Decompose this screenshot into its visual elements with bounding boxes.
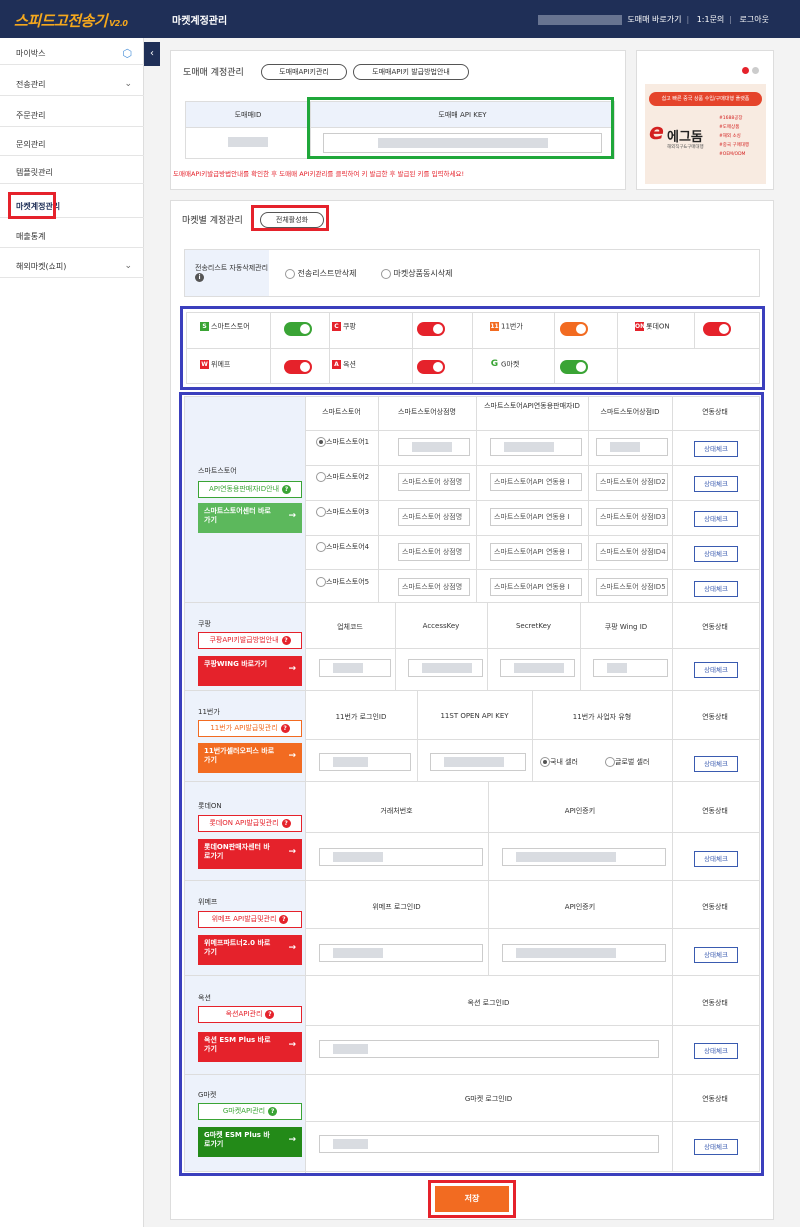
- opt-send-delete[interactable]: 전송리스트만삭제: [285, 268, 356, 279]
- chevron-down-icon: ⌄: [124, 261, 132, 271]
- carousel-dot-icon[interactable]: [752, 67, 759, 74]
- sidebar-item-template[interactable]: 템플릿관리: [0, 161, 144, 184]
- highlight-toggles: [180, 306, 765, 390]
- banner-brand-sub: 해외직구&구매대행: [667, 145, 704, 150]
- domeme-notice: 도매매API키발급방법안내를 확인한 후 도매매 API키관리를 클릭하여 키 …: [173, 170, 465, 178]
- banner-e-logo-icon: e: [649, 120, 664, 145]
- opt-send-delete-label: 전송리스트만삭제: [297, 269, 357, 278]
- sidebar-item-label: 주문관리: [16, 111, 46, 120]
- logo-text: 스피드고전송기: [14, 12, 108, 30]
- inquiry-link[interactable]: 1:1문의: [697, 15, 725, 24]
- carousel-dot-active-icon[interactable]: [742, 67, 750, 74]
- banner-bullet: #OEM/ODM: [719, 152, 746, 157]
- banner-brand: 에그돔: [667, 130, 703, 145]
- banner-bullet: #중국 구매대행: [719, 143, 750, 148]
- sidebar-item-label: 전송관리: [16, 80, 46, 89]
- sidebar-item-send[interactable]: 전송관리 ⌄: [0, 73, 144, 96]
- radio-icon[interactable]: [285, 268, 295, 279]
- sidebar-item-inquiry[interactable]: 문의관리: [0, 133, 144, 156]
- auto-delete-label: 전송리스트 자동삭제관리 i: [185, 250, 269, 296]
- highlight-api-key: [307, 97, 614, 159]
- top-links: 도매매 바로가기 | 1:1문의 | 로그아웃: [627, 15, 769, 24]
- domeme-link[interactable]: 도매매 바로가기: [627, 15, 681, 24]
- domeme-id-value: [185, 127, 311, 159]
- sidebar-item-mybox[interactable]: 마이박스 ⬡: [0, 42, 144, 65]
- sidebar-item-shopee[interactable]: 해외마켓(쇼피) ⌄: [0, 255, 144, 278]
- sidebar-collapse-icon[interactable]: ‹: [144, 42, 160, 66]
- carousel-dots[interactable]: [742, 67, 759, 76]
- top-bar: 스피드고전송기 V2.0 마켓계정관리 도매매 바로가기 | 1:1문의 | 로그아웃: [0, 0, 800, 38]
- ad-banner-panel: 쉽고 빠른 중국 상품 수입/구매대행 플랫폼 e 에그돔 해외직구&구매대행 …: [636, 50, 774, 190]
- domeme-api-guide-button[interactable]: 도매매API키 발급방법안내: [353, 64, 469, 80]
- market-title: 마켓별 계정관리: [182, 216, 243, 226]
- sidebar-item-label: 마이박스: [16, 49, 46, 58]
- domeme-id-header: 도매매ID: [185, 101, 311, 128]
- sidebar-item-label: 템플릿관리: [16, 168, 53, 177]
- auto-delete-box: 전송리스트 자동삭제관리 i 전송리스트만삭제 마켓상품동시삭제: [184, 249, 760, 297]
- opt-market-delete[interactable]: 마켓상품동시삭제: [381, 268, 452, 279]
- banner-bullet: #도매상품: [719, 125, 740, 130]
- page-title: 마켓계정관리: [172, 16, 228, 27]
- radio-icon[interactable]: [381, 268, 391, 279]
- banner-bullets: #1688공장 #도매상품 #해외 소싱 #중국 구매대행 #OEM/ODM: [719, 114, 749, 159]
- chevron-down-icon: ⌄: [124, 79, 132, 89]
- logo-version: V2.0: [109, 19, 128, 28]
- opt-market-delete-label: 마켓상품동시삭제: [393, 269, 453, 278]
- highlight-save: [428, 1180, 516, 1218]
- cube-icon: ⬡: [122, 47, 132, 60]
- user-name-blurred: [538, 15, 622, 25]
- banner-bullet: #해외 소싱: [719, 134, 741, 139]
- sidebar-item-label: 매출통계: [16, 232, 46, 241]
- banner-bullet: #1688공장: [719, 116, 743, 121]
- info-icon[interactable]: i: [195, 273, 204, 282]
- domeme-api-manage-button[interactable]: 도매매API키관리: [261, 64, 347, 80]
- highlight-sidebar-market: [8, 192, 56, 219]
- highlight-activate-all: [251, 205, 329, 231]
- highlight-accounts: [179, 392, 764, 1176]
- banner-tagline: 쉽고 빠른 중국 상품 수입/구매대행 플랫폼: [649, 92, 762, 106]
- sidebar-item-orders[interactable]: 주문관리: [0, 104, 144, 127]
- sidebar-item-label: 해외마켓(쇼피): [16, 262, 67, 271]
- ad-banner[interactable]: 쉽고 빠른 중국 상품 수입/구매대행 플랫폼 e 에그돔 해외직구&구매대행 …: [645, 84, 766, 184]
- sidebar-item-sales[interactable]: 매출통계: [0, 225, 144, 248]
- auto-delete-text: 전송리스트 자동삭제관리: [195, 264, 269, 272]
- domeme-title: 도매매 계정관리: [183, 68, 244, 78]
- logout-link[interactable]: 로그아웃: [740, 15, 769, 24]
- sidebar-item-label: 문의관리: [16, 140, 46, 149]
- app-logo[interactable]: 스피드고전송기 V2.0: [14, 10, 128, 31]
